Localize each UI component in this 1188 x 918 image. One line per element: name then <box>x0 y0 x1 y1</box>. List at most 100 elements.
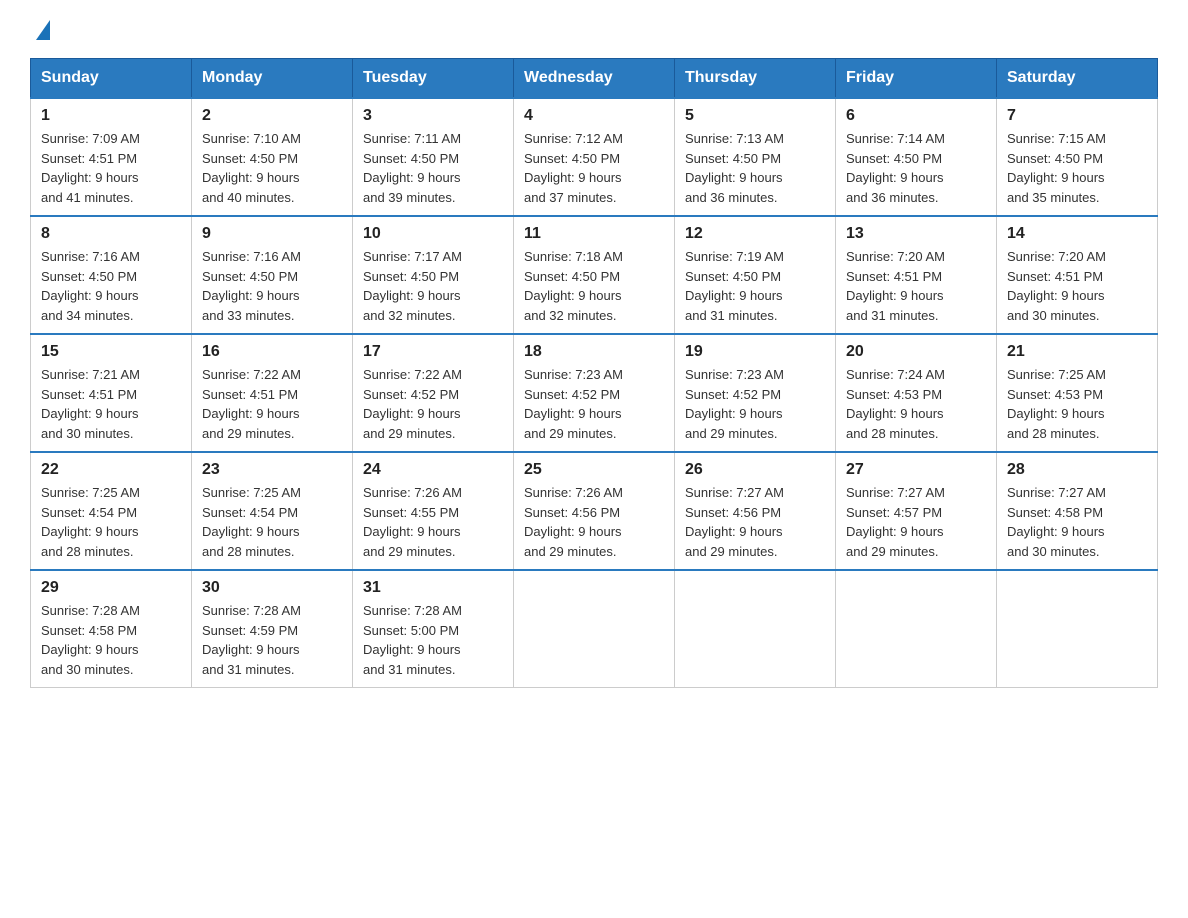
day-number: 27 <box>846 461 986 479</box>
day-info: Sunrise: 7:28 AM Sunset: 5:00 PM Dayligh… <box>363 601 503 679</box>
day-info: Sunrise: 7:28 AM Sunset: 4:58 PM Dayligh… <box>41 601 181 679</box>
calendar-cell: 18 Sunrise: 7:23 AM Sunset: 4:52 PM Dayli… <box>514 334 675 452</box>
day-info: Sunrise: 7:23 AM Sunset: 4:52 PM Dayligh… <box>685 365 825 443</box>
day-info: Sunrise: 7:25 AM Sunset: 4:54 PM Dayligh… <box>41 483 181 561</box>
day-number: 31 <box>363 579 503 597</box>
day-info: Sunrise: 7:18 AM Sunset: 4:50 PM Dayligh… <box>524 247 664 325</box>
day-info: Sunrise: 7:22 AM Sunset: 4:52 PM Dayligh… <box>363 365 503 443</box>
calendar-cell: 28 Sunrise: 7:27 AM Sunset: 4:58 PM Dayli… <box>997 452 1158 570</box>
calendar-cell: 29 Sunrise: 7:28 AM Sunset: 4:58 PM Dayli… <box>31 570 192 688</box>
day-number: 1 <box>41 107 181 125</box>
calendar-week-row: 1Sunrise: 7:09 AM Sunset: 4:51 PM Daylig… <box>31 98 1158 216</box>
day-info: Sunrise: 7:21 AM Sunset: 4:51 PM Dayligh… <box>41 365 181 443</box>
calendar-cell: 9 Sunrise: 7:16 AM Sunset: 4:50 PM Daylig… <box>192 216 353 334</box>
calendar-cell: 10 Sunrise: 7:17 AM Sunset: 4:50 PM Dayli… <box>353 216 514 334</box>
day-number: 17 <box>363 343 503 361</box>
day-number: 2 <box>202 107 342 125</box>
page-header <box>30 20 1158 42</box>
day-number: 15 <box>41 343 181 361</box>
calendar-cell: 25 Sunrise: 7:26 AM Sunset: 4:56 PM Dayli… <box>514 452 675 570</box>
day-number: 23 <box>202 461 342 479</box>
day-info: Sunrise: 7:26 AM Sunset: 4:56 PM Dayligh… <box>524 483 664 561</box>
day-info: Sunrise: 7:19 AM Sunset: 4:50 PM Dayligh… <box>685 247 825 325</box>
day-number: 9 <box>202 225 342 243</box>
day-info: Sunrise: 7:14 AM Sunset: 4:50 PM Dayligh… <box>846 129 986 207</box>
calendar-cell: 6 Sunrise: 7:14 AM Sunset: 4:50 PM Daylig… <box>836 98 997 216</box>
calendar-week-row: 29 Sunrise: 7:28 AM Sunset: 4:58 PM Dayli… <box>31 570 1158 688</box>
day-info: Sunrise: 7:16 AM Sunset: 4:50 PM Dayligh… <box>41 247 181 325</box>
weekday-header-row: SundayMondayTuesdayWednesdayThursdayFrid… <box>31 59 1158 99</box>
day-info: Sunrise: 7:24 AM Sunset: 4:53 PM Dayligh… <box>846 365 986 443</box>
weekday-header-thursday: Thursday <box>675 59 836 99</box>
calendar-cell: 26Sunrise: 7:27 AM Sunset: 4:56 PM Dayli… <box>675 452 836 570</box>
logo-triangle-icon <box>36 20 50 40</box>
day-number: 11 <box>524 225 664 243</box>
day-number: 3 <box>363 107 503 125</box>
calendar-cell: 19Sunrise: 7:23 AM Sunset: 4:52 PM Dayli… <box>675 334 836 452</box>
day-info: Sunrise: 7:15 AM Sunset: 4:50 PM Dayligh… <box>1007 129 1147 207</box>
day-info: Sunrise: 7:20 AM Sunset: 4:51 PM Dayligh… <box>1007 247 1147 325</box>
calendar-cell: 8 Sunrise: 7:16 AM Sunset: 4:50 PM Daylig… <box>31 216 192 334</box>
weekday-header-friday: Friday <box>836 59 997 99</box>
calendar-cell: 15 Sunrise: 7:21 AM Sunset: 4:51 PM Dayli… <box>31 334 192 452</box>
calendar-cell: 31 Sunrise: 7:28 AM Sunset: 5:00 PM Dayli… <box>353 570 514 688</box>
day-number: 10 <box>363 225 503 243</box>
calendar-cell: 12 Sunrise: 7:19 AM Sunset: 4:50 PM Dayli… <box>675 216 836 334</box>
calendar-cell: 3 Sunrise: 7:11 AM Sunset: 4:50 PM Daylig… <box>353 98 514 216</box>
day-info: Sunrise: 7:26 AM Sunset: 4:55 PM Dayligh… <box>363 483 503 561</box>
calendar-cell: 22Sunrise: 7:25 AM Sunset: 4:54 PM Dayli… <box>31 452 192 570</box>
calendar-cell: 16 Sunrise: 7:22 AM Sunset: 4:51 PM Dayli… <box>192 334 353 452</box>
day-info: Sunrise: 7:25 AM Sunset: 4:53 PM Dayligh… <box>1007 365 1147 443</box>
day-info: Sunrise: 7:12 AM Sunset: 4:50 PM Dayligh… <box>524 129 664 207</box>
calendar-cell: 13 Sunrise: 7:20 AM Sunset: 4:51 PM Dayli… <box>836 216 997 334</box>
day-number: 25 <box>524 461 664 479</box>
day-info: Sunrise: 7:22 AM Sunset: 4:51 PM Dayligh… <box>202 365 342 443</box>
day-number: 16 <box>202 343 342 361</box>
day-info: Sunrise: 7:10 AM Sunset: 4:50 PM Dayligh… <box>202 129 342 207</box>
weekday-header-monday: Monday <box>192 59 353 99</box>
logo <box>30 20 50 42</box>
calendar-cell: 2 Sunrise: 7:10 AM Sunset: 4:50 PM Daylig… <box>192 98 353 216</box>
day-number: 8 <box>41 225 181 243</box>
weekday-header-tuesday: Tuesday <box>353 59 514 99</box>
day-info: Sunrise: 7:17 AM Sunset: 4:50 PM Dayligh… <box>363 247 503 325</box>
calendar-cell <box>836 570 997 688</box>
day-number: 28 <box>1007 461 1147 479</box>
weekday-header-wednesday: Wednesday <box>514 59 675 99</box>
day-number: 4 <box>524 107 664 125</box>
weekday-header-sunday: Sunday <box>31 59 192 99</box>
day-number: 18 <box>524 343 664 361</box>
day-number: 13 <box>846 225 986 243</box>
day-number: 6 <box>846 107 986 125</box>
calendar-cell: 4 Sunrise: 7:12 AM Sunset: 4:50 PM Daylig… <box>514 98 675 216</box>
day-info: Sunrise: 7:28 AM Sunset: 4:59 PM Dayligh… <box>202 601 342 679</box>
calendar-cell: 11 Sunrise: 7:18 AM Sunset: 4:50 PM Dayli… <box>514 216 675 334</box>
day-number: 24 <box>363 461 503 479</box>
weekday-header-saturday: Saturday <box>997 59 1158 99</box>
day-number: 7 <box>1007 107 1147 125</box>
calendar-cell: 24 Sunrise: 7:26 AM Sunset: 4:55 PM Dayli… <box>353 452 514 570</box>
day-number: 14 <box>1007 225 1147 243</box>
day-number: 12 <box>685 225 825 243</box>
day-info: Sunrise: 7:25 AM Sunset: 4:54 PM Dayligh… <box>202 483 342 561</box>
calendar-cell: 30Sunrise: 7:28 AM Sunset: 4:59 PM Dayli… <box>192 570 353 688</box>
calendar-cell: 17 Sunrise: 7:22 AM Sunset: 4:52 PM Dayli… <box>353 334 514 452</box>
calendar-week-row: 8 Sunrise: 7:16 AM Sunset: 4:50 PM Daylig… <box>31 216 1158 334</box>
day-info: Sunrise: 7:27 AM Sunset: 4:56 PM Dayligh… <box>685 483 825 561</box>
calendar-cell <box>997 570 1158 688</box>
day-info: Sunrise: 7:20 AM Sunset: 4:51 PM Dayligh… <box>846 247 986 325</box>
calendar-cell <box>675 570 836 688</box>
calendar-cell: 7 Sunrise: 7:15 AM Sunset: 4:50 PM Daylig… <box>997 98 1158 216</box>
day-info: Sunrise: 7:11 AM Sunset: 4:50 PM Dayligh… <box>363 129 503 207</box>
day-info: Sunrise: 7:27 AM Sunset: 4:58 PM Dayligh… <box>1007 483 1147 561</box>
day-number: 21 <box>1007 343 1147 361</box>
calendar-cell: 23 Sunrise: 7:25 AM Sunset: 4:54 PM Dayli… <box>192 452 353 570</box>
day-info: Sunrise: 7:16 AM Sunset: 4:50 PM Dayligh… <box>202 247 342 325</box>
day-info: Sunrise: 7:23 AM Sunset: 4:52 PM Dayligh… <box>524 365 664 443</box>
day-number: 29 <box>41 579 181 597</box>
calendar-table: SundayMondayTuesdayWednesdayThursdayFrid… <box>30 58 1158 688</box>
day-info: Sunrise: 7:27 AM Sunset: 4:57 PM Dayligh… <box>846 483 986 561</box>
day-number: 5 <box>685 107 825 125</box>
calendar-week-row: 22Sunrise: 7:25 AM Sunset: 4:54 PM Dayli… <box>31 452 1158 570</box>
calendar-cell: 20Sunrise: 7:24 AM Sunset: 4:53 PM Dayli… <box>836 334 997 452</box>
